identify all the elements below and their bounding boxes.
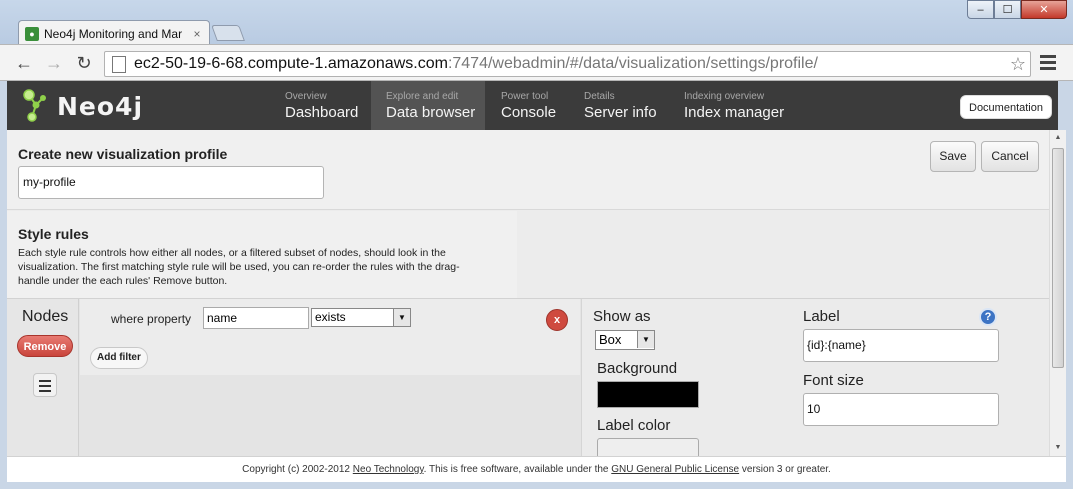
remove-filter-button[interactable]: x xyxy=(546,309,568,331)
drag-handle-icon[interactable] xyxy=(33,373,57,397)
scroll-thumb[interactable] xyxy=(1052,148,1064,368)
filter-label: where property xyxy=(111,312,192,326)
page-icon xyxy=(112,55,126,73)
new-tab-button[interactable] xyxy=(211,25,245,41)
nav-subtitle: Details xyxy=(584,91,615,102)
nav-server-info[interactable]: Details Server info xyxy=(576,81,665,130)
url-host: ec2-50-19-6-68.compute-1.amazonaws.com xyxy=(134,55,448,72)
rule-target-title: Nodes xyxy=(22,308,69,325)
close-window-button[interactable]: ✕ xyxy=(1021,0,1067,19)
nav-index-manager[interactable]: Indexing overview Index manager xyxy=(676,81,792,130)
neo4j-favicon-icon: ● xyxy=(25,26,39,41)
logo-text: Neo4j xyxy=(57,91,144,121)
font-size-label: Font size xyxy=(803,372,864,389)
nav-subtitle: Overview xyxy=(285,91,327,102)
tab-close-icon[interactable]: × xyxy=(191,27,203,41)
address-bar[interactable]: ec2-50-19-6-68.compute-1.amazonaws.com :… xyxy=(104,51,1031,77)
filters-area: where property name exists ▼ x Add filte… xyxy=(80,299,580,375)
remove-rule-button[interactable]: Remove xyxy=(17,335,73,357)
nav-label: Dashboard xyxy=(285,104,359,121)
show-as-select[interactable]: Box ▼ xyxy=(595,330,655,350)
documentation-button[interactable]: Documentation xyxy=(960,95,1052,119)
chevron-down-icon: ▼ xyxy=(393,309,410,326)
nav-label: Data browser xyxy=(386,104,476,121)
label-template-input[interactable]: {id}:{name} xyxy=(803,329,999,362)
rule-controls: Nodes Remove xyxy=(7,299,79,456)
label-color-label: Label color xyxy=(597,417,671,434)
footer: Copyright (c) 2002-2012 Neo Technology. … xyxy=(7,456,1066,482)
profile-name-input[interactable]: my-profile xyxy=(18,166,324,199)
label-color-swatch[interactable] xyxy=(597,438,699,456)
tab-title: Neo4j Monitoring and Mar xyxy=(44,26,183,41)
reload-icon[interactable]: ↻ xyxy=(74,53,94,73)
nav-subtitle: Power tool xyxy=(501,91,549,102)
minimize-button[interactable]: – xyxy=(967,0,994,19)
save-button[interactable]: Save xyxy=(930,141,976,172)
browser-toolbar: ← → ↻ ec2-50-19-6-68.compute-1.amazonaws… xyxy=(0,44,1073,81)
profile-section: Create new visualization profile my-prof… xyxy=(7,130,1049,210)
nav-subtitle: Explore and edit xyxy=(386,91,459,102)
footer-middle: . This is free software, available under… xyxy=(423,464,612,475)
vertical-scrollbar[interactable]: ▲ ▼ xyxy=(1049,130,1066,456)
filter-property-input[interactable]: name xyxy=(203,307,309,329)
window-bottom-frame xyxy=(0,482,1073,489)
filter-operator-select[interactable]: exists ▼ xyxy=(311,308,411,327)
label-field-label: Label xyxy=(803,308,840,325)
footer-suffix: version 3 or greater. xyxy=(739,464,831,475)
neo4j-header: Neo4j Overview Dashboard Explore and edi… xyxy=(7,81,1058,130)
forward-icon[interactable]: → xyxy=(44,53,64,73)
nav-data-browser[interactable]: Explore and edit Data browser xyxy=(371,81,485,130)
help-icon[interactable]: ? xyxy=(979,308,997,326)
create-profile-heading: Create new visualization profile xyxy=(18,146,228,162)
neo4j-graph-logo-icon xyxy=(23,89,46,122)
add-filter-button[interactable]: Add filter xyxy=(90,347,148,369)
maximize-button[interactable]: ☐ xyxy=(994,0,1021,19)
window-titlebar: ● Neo4j Monitoring and Mar × – ☐ ✕ xyxy=(0,0,1073,46)
window-controls: – ☐ ✕ xyxy=(967,0,1067,19)
footer-prefix: Copyright (c) 2002-2012 xyxy=(242,464,353,475)
font-size-input[interactable]: 10 xyxy=(803,393,999,426)
browser-menu-icon[interactable] xyxy=(1040,55,1056,73)
style-rules-section: Style rules Each style rule controls how… xyxy=(7,211,517,298)
nav-dashboard[interactable]: Overview Dashboard xyxy=(277,81,366,130)
style-rule: Nodes Remove where property name exists … xyxy=(7,298,1049,456)
browser-tab[interactable]: ● Neo4j Monitoring and Mar × xyxy=(18,20,210,46)
rule-style-settings: Show as Box ▼ Background Label color Lab… xyxy=(581,299,1049,456)
background-color-swatch[interactable] xyxy=(597,381,699,408)
neo4j-logo[interactable]: Neo4j xyxy=(21,87,161,125)
filter-operator-value: exists xyxy=(315,310,346,324)
show-as-value: Box xyxy=(599,332,622,347)
chevron-down-icon: ▼ xyxy=(637,331,654,348)
style-rules-heading: Style rules xyxy=(18,226,89,242)
scroll-down-icon[interactable]: ▼ xyxy=(1050,440,1066,456)
nav-label: Index manager xyxy=(684,104,785,121)
neo-technology-link[interactable]: Neo Technology xyxy=(353,464,424,475)
main-content: Create new visualization profile my-prof… xyxy=(7,130,1049,456)
gpl-link[interactable]: GNU General Public License xyxy=(611,464,739,475)
nav-label: Console xyxy=(501,104,557,121)
nav-subtitle: Indexing overview xyxy=(684,91,765,102)
scroll-up-icon[interactable]: ▲ xyxy=(1050,130,1066,146)
back-icon[interactable]: ← xyxy=(14,53,34,73)
background-label: Background xyxy=(597,360,678,377)
nav-console[interactable]: Power tool Console xyxy=(493,81,564,130)
style-rules-description: Each style rule controls how either all … xyxy=(18,247,460,287)
show-as-label: Show as xyxy=(593,308,651,325)
nav-label: Server info xyxy=(584,104,657,121)
bookmark-star-icon[interactable]: ☆ xyxy=(1010,54,1026,75)
url-path: :7474/webadmin/#/data/visualization/sett… xyxy=(447,55,818,72)
cancel-button[interactable]: Cancel xyxy=(981,141,1039,172)
